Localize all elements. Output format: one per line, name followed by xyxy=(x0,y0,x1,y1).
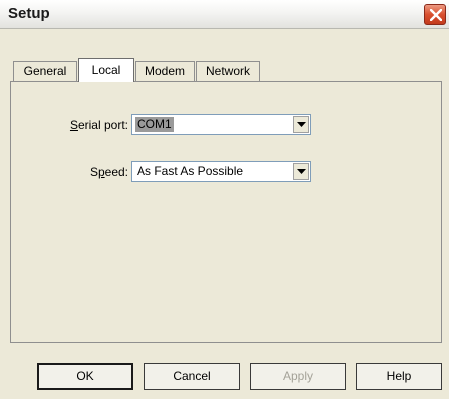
ok-button-label: OK xyxy=(76,369,94,383)
close-icon xyxy=(430,9,442,21)
tab-modem[interactable]: Modem xyxy=(135,61,195,81)
chevron-down-icon xyxy=(297,169,306,174)
apply-button[interactable]: Apply xyxy=(250,363,346,390)
window-title: Setup xyxy=(8,5,50,22)
serial-port-dropdown-button[interactable] xyxy=(293,116,309,133)
tab-label: Network xyxy=(205,64,250,78)
close-button[interactable] xyxy=(424,4,446,25)
tab-label: Modem xyxy=(144,64,185,78)
cancel-button-label: Cancel xyxy=(173,369,211,383)
tab-local[interactable]: Local xyxy=(78,58,134,82)
help-button[interactable]: Help xyxy=(356,363,442,390)
apply-button-label: Apply xyxy=(282,369,314,383)
speed-value: As Fast As Possible xyxy=(137,164,244,178)
speed-dropdown-button[interactable] xyxy=(293,163,309,180)
tab-label: General xyxy=(23,64,67,78)
speed-dropdown[interactable]: As Fast As Possible xyxy=(131,161,311,182)
tab-general[interactable]: General xyxy=(13,61,77,81)
ok-button[interactable]: OK xyxy=(37,363,133,390)
serial-port-label: Serial port: xyxy=(69,118,128,132)
chevron-down-icon xyxy=(297,122,306,127)
cancel-button[interactable]: Cancel xyxy=(144,363,240,390)
title-bar[interactable]: Setup xyxy=(0,0,449,29)
tab-label: Local xyxy=(91,63,121,77)
speed-label: Speed: xyxy=(89,165,128,179)
serial-port-value: COM1 xyxy=(135,117,174,132)
setup-dialog: Setup General Local Modem Network Serial… xyxy=(0,0,449,399)
help-button-label: Help xyxy=(386,369,412,383)
tab-network[interactable]: Network xyxy=(196,61,260,81)
serial-port-dropdown[interactable]: COM1 xyxy=(131,114,311,135)
